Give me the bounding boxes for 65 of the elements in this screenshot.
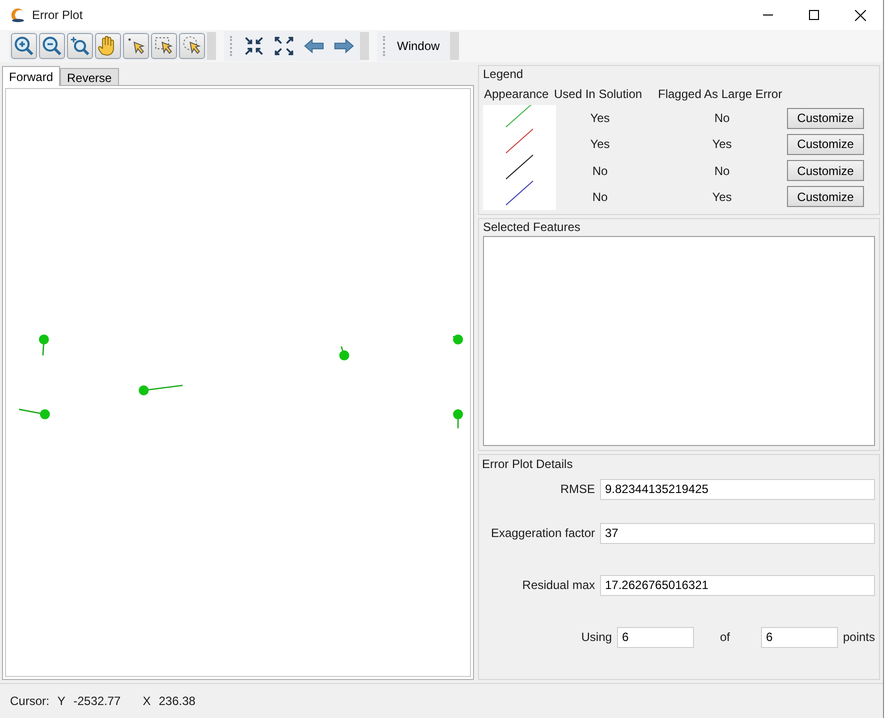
field-label: RMSE xyxy=(560,482,595,496)
expand-arrows-icon xyxy=(273,35,295,57)
column-header: Used In Solution xyxy=(553,87,644,103)
plot-tab[interactable]: Reverse xyxy=(60,68,119,85)
lasso-select-icon xyxy=(181,35,203,57)
customize-button[interactable]: Customize xyxy=(787,134,864,155)
zoom-plus-button[interactable] xyxy=(67,33,93,59)
status-label: Cursor: xyxy=(10,694,50,708)
close-icon xyxy=(854,10,866,20)
column-header: Flagged As Large Error xyxy=(657,87,784,103)
status-value: -2532.77 xyxy=(73,694,121,708)
customize-button[interactable]: Customize xyxy=(787,108,864,129)
table-cell-text: Yes xyxy=(589,136,611,154)
toolbar-grip[interactable] xyxy=(383,36,387,56)
error-vector xyxy=(138,384,183,396)
table-cell-text: No xyxy=(591,162,609,180)
error-vector xyxy=(453,409,464,428)
status-label: X xyxy=(142,694,151,708)
field-label: points xyxy=(842,630,875,644)
box-select-button[interactable] xyxy=(151,33,177,59)
toolbar-overflow-handle[interactable] xyxy=(360,32,369,60)
box-select-icon xyxy=(153,35,175,57)
window-title: Error Plot xyxy=(32,8,84,22)
column-header: Appearance xyxy=(483,87,550,103)
zoom-in-icon xyxy=(13,35,35,57)
field-label: Using xyxy=(581,630,612,644)
table-cell-text: Yes xyxy=(589,110,611,128)
window-menu[interactable]: Window xyxy=(393,33,448,59)
customize-button[interactable]: Customize xyxy=(787,160,864,182)
error-vector xyxy=(38,334,49,356)
hand-button[interactable] xyxy=(95,33,121,59)
maximize-icon xyxy=(809,10,819,20)
table-cell-text: Yes xyxy=(711,136,733,154)
app-logo-icon xyxy=(10,7,26,23)
input-field[interactable]: 6 xyxy=(616,626,694,648)
error-vector xyxy=(452,334,464,344)
input-field[interactable]: 9.82344135219425 xyxy=(600,478,875,500)
plot-tab[interactable]: Forward xyxy=(2,66,60,86)
input-field[interactable]: 17.2626765016321 xyxy=(600,574,875,596)
shrink-arrows-icon xyxy=(243,35,265,57)
zoom-out-button[interactable] xyxy=(39,33,65,59)
group-title: Legend xyxy=(483,67,524,81)
toolbar-overflow-handle[interactable] xyxy=(207,32,216,60)
table-cell-text: Yes xyxy=(711,188,733,206)
toolbar-grip[interactable] xyxy=(230,36,234,56)
input-field[interactable]: 37 xyxy=(600,522,875,544)
status-value: 236.38 xyxy=(158,694,196,708)
table-cell-text: No xyxy=(713,110,731,128)
error-vector xyxy=(18,408,50,420)
input-field[interactable]: 6 xyxy=(760,626,838,648)
table-cell-text: No xyxy=(591,188,609,206)
error-vector xyxy=(339,346,350,360)
field-label: of xyxy=(720,630,730,644)
customize-button[interactable]: Customize xyxy=(787,186,864,208)
field-label: Residual max xyxy=(522,578,595,592)
lasso-select-button[interactable] xyxy=(179,33,205,59)
zoom-plus-icon xyxy=(69,35,91,57)
field-label: Exaggeration factor xyxy=(490,526,595,540)
zoom-in-button[interactable] xyxy=(11,33,37,59)
status-label: Y xyxy=(57,694,66,708)
table-cell-text: No xyxy=(713,162,731,180)
group-title: Error Plot Details xyxy=(482,457,574,471)
zoom-out-icon xyxy=(41,35,63,57)
pointer-button[interactable] xyxy=(123,33,149,59)
group-title: Selected Features xyxy=(483,220,582,234)
